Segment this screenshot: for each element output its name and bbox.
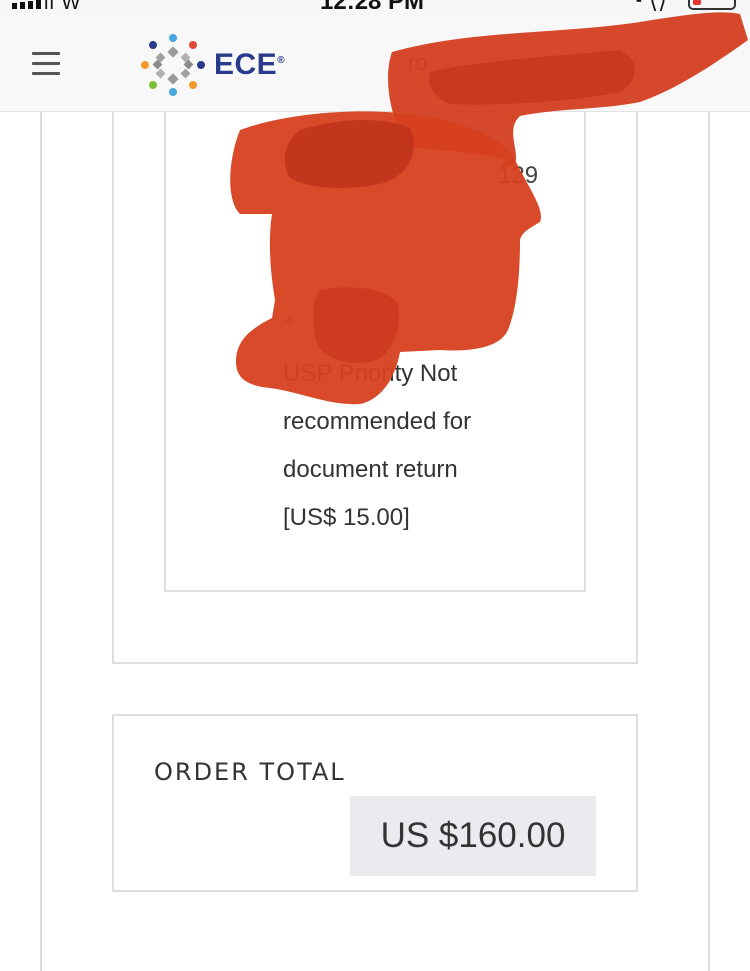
header-partial-text: ro: [408, 50, 428, 75]
shipping-option-line: document return: [283, 456, 458, 483]
ece-logo-mark-icon: [141, 34, 205, 96]
order-total-label: ORDER TOTAL: [154, 758, 346, 786]
order-total-value: US $160.00: [380, 816, 566, 855]
shipping-option-line: USP Priority Not: [283, 360, 458, 387]
battery-icon: [688, 0, 736, 10]
signal-icon: [12, 0, 41, 9]
status-time: 12:28 PM: [320, 0, 425, 14]
shipping-option-price: [US$ 15.00]: [283, 504, 410, 531]
status-bar: ll W 12:28 PM ◔ ⟨⟩: [0, 0, 750, 14]
hamburger-icon[interactable]: [32, 52, 60, 76]
shipping-option-description: USP Priority Not recommended for documen…: [283, 350, 573, 542]
partial-symbol: +: [283, 308, 296, 333]
app-header: ECE® ro: [0, 14, 750, 112]
logo-text: ECE®: [214, 48, 286, 81]
order-total-amount: US $160.00: [350, 796, 596, 876]
shipping-option-line: recommended for: [283, 408, 472, 435]
carrier-label: ll W: [44, 0, 82, 14]
status-icons: ◔ ⟨⟩: [630, 0, 667, 13]
partial-number: 129: [498, 162, 539, 189]
ece-logo[interactable]: ECE®: [138, 30, 285, 100]
